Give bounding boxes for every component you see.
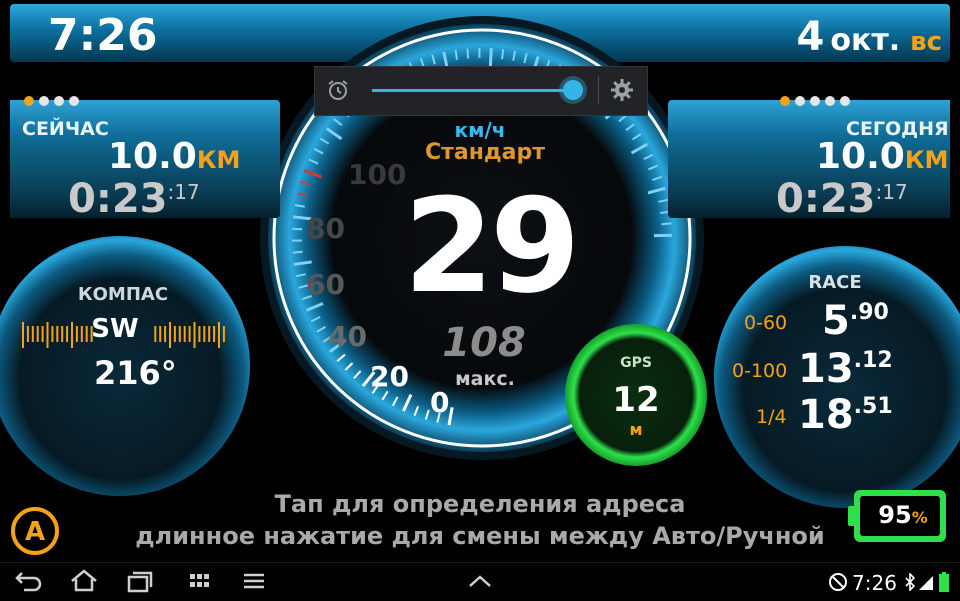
compass-degrees: 216°	[94, 354, 177, 392]
auto-mode-label: A	[25, 517, 45, 547]
dial-tick	[661, 223, 671, 224]
compass-direction: SW	[80, 314, 150, 344]
scale-label-80: 80	[306, 212, 345, 245]
recent-apps-icon[interactable]	[124, 568, 156, 594]
page-dot	[39, 96, 49, 106]
current-speed: 29	[380, 170, 600, 322]
dial-tick	[490, 48, 491, 66]
now-time-seconds: :17	[168, 180, 200, 204]
now-distance-unit: КМ	[197, 146, 241, 174]
battery-icon	[938, 572, 950, 592]
today-time-seconds: :17	[876, 180, 908, 204]
max-speed-label: макс.	[440, 368, 530, 390]
race-title: RACE	[790, 272, 880, 293]
race-row-decimal: .51	[854, 394, 893, 419]
speed-mode[interactable]: Стандарт	[400, 140, 570, 165]
alarm-icon[interactable]	[326, 78, 350, 102]
race-row-decimal: .90	[850, 300, 889, 325]
race-row-label: 1/4	[756, 406, 787, 428]
signal-icon	[918, 573, 934, 591]
today-time-value: 0:23	[776, 176, 876, 222]
page-dot	[840, 96, 850, 106]
date-weekday: вс	[910, 27, 942, 57]
status-bar-time: 7:26	[852, 571, 897, 595]
race-row-label: 0-100	[732, 360, 787, 382]
race-row: 1/4	[756, 406, 787, 428]
race-row-value: 5.90	[822, 298, 889, 344]
race-row: 0-100	[732, 360, 787, 382]
today-distance: 10.0КМ	[816, 136, 948, 177]
speed-unit: км/ч	[440, 118, 520, 142]
dial-tick	[456, 50, 457, 60]
scale-label-0: 0	[430, 386, 449, 419]
now-time-value: 0:23	[68, 176, 168, 222]
gps-accuracy: 12	[600, 380, 672, 420]
gear-icon[interactable]	[610, 78, 634, 102]
race-row-label: 0-60	[744, 312, 787, 334]
page-dot	[69, 96, 79, 106]
page-dot	[780, 96, 790, 106]
today-page-dots	[780, 96, 850, 106]
page-dot	[810, 96, 820, 106]
race-row: 0-60	[744, 312, 787, 334]
now-label: СЕЙЧАС	[22, 118, 109, 140]
today-time: 0:23:17	[776, 176, 908, 222]
today-distance-unit: КМ	[905, 146, 949, 174]
clock[interactable]: 7:26	[48, 10, 157, 61]
gps-unit: м	[600, 420, 672, 439]
race-row-value: 18.51	[798, 392, 893, 438]
page-dot	[825, 96, 835, 106]
race-row-int: 18	[798, 392, 854, 438]
race-row-value: 13.12	[798, 346, 893, 392]
dial-tick	[467, 49, 468, 59]
popup-divider	[598, 76, 599, 104]
chevron-up-icon[interactable]	[464, 568, 496, 594]
compass-label: КОМПАС	[68, 284, 178, 305]
battery-level: 95%	[868, 501, 938, 529]
now-time: 0:23:17	[68, 176, 200, 222]
race-row-int: 5	[822, 298, 850, 344]
scale-label-20: 20	[370, 360, 409, 393]
auto-mode-button[interactable]: A	[10, 506, 60, 556]
race-row-decimal: .12	[854, 348, 893, 373]
now-distance: 10.0КМ	[108, 136, 240, 177]
race-row-int: 13	[798, 346, 854, 392]
today-distance-value: 10.0	[816, 136, 905, 177]
page-dot	[795, 96, 805, 106]
now-distance-value: 10.0	[108, 136, 197, 177]
dial-tick	[502, 49, 503, 59]
back-icon[interactable]	[12, 568, 44, 594]
max-speed-value: 108	[434, 320, 534, 366]
no-sim-icon	[828, 572, 848, 592]
date-display[interactable]: 4окт. вс	[797, 14, 942, 60]
gps-label: GPS	[600, 355, 672, 371]
apps-grid-icon[interactable]	[184, 568, 216, 594]
date-month: окт.	[830, 23, 900, 58]
scale-label-60: 60	[306, 268, 345, 301]
home-icon[interactable]	[68, 568, 100, 594]
now-page-dots	[24, 96, 79, 106]
battery-value: 95	[878, 501, 911, 529]
address-hint-line2: длинное нажатие для смены между Авто/Руч…	[110, 520, 850, 552]
scale-label-40: 40	[328, 320, 367, 353]
address-hint[interactable]: Тап для определения адреса длинное нажат…	[110, 488, 850, 552]
page-dot	[24, 96, 34, 106]
page-dot	[54, 96, 64, 106]
date-day: 4	[797, 14, 825, 60]
brightness-slider-track[interactable]	[372, 89, 574, 92]
menu-icon[interactable]	[238, 568, 270, 594]
dial-tick	[293, 252, 303, 253]
bluetooth-icon	[904, 573, 916, 591]
brightness-slider-thumb[interactable]	[563, 80, 583, 100]
battery-unit: %	[912, 508, 928, 527]
address-hint-line1: Тап для определения адреса	[110, 488, 850, 520]
